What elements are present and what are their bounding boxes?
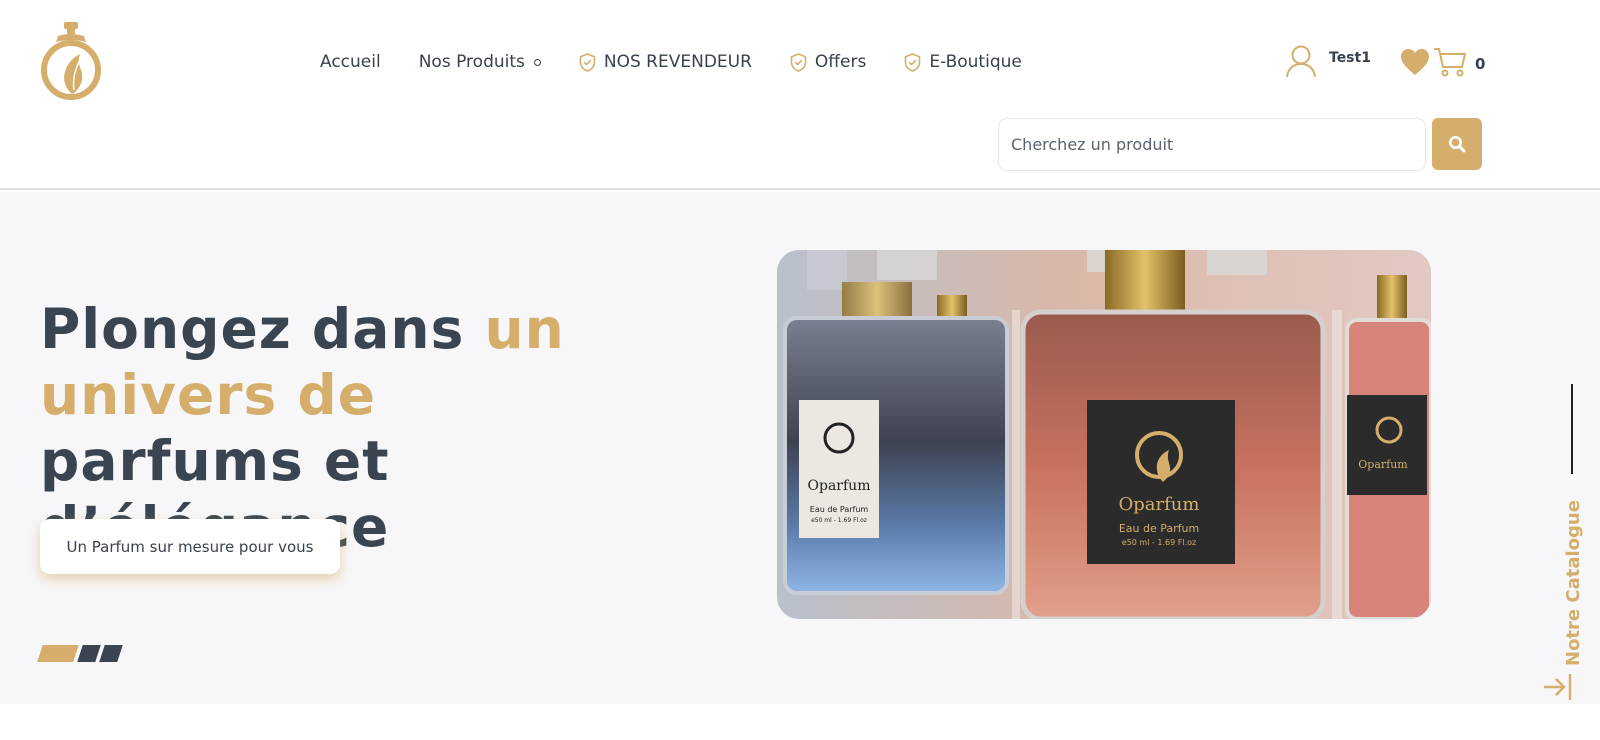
user-icon [1286,45,1316,78]
search-input[interactable] [998,118,1426,171]
user-name: Test1 [1329,50,1371,66]
shield-check-icon [905,52,921,72]
user-account[interactable]: Test1 [1285,44,1371,78]
search-icon [1449,136,1466,153]
nav-item-accueil[interactable]: Accueil [320,52,381,72]
site-header: Accueil Nos Produits NOS REVENDEUR Offer… [0,0,1600,190]
nav-label: Accueil [320,52,381,72]
left-bottle-brand: Oparfum [808,478,871,494]
nav-label: NOS REVENDEUR [603,52,752,72]
left-bottle-label-line2: e50 ml - 1.69 Fl.oz [811,517,867,524]
hero-perfume-image: Oparfum Eau de Parfum e50 ml - 1.69 Fl.o… [777,250,1431,619]
mid-bottle-brand: Oparfum [1119,494,1200,515]
nav-label: E-Boutique [929,52,1022,72]
mid-bottle-label-line2: e50 ml - 1.69 Fl.oz [1122,538,1196,547]
slider-dot[interactable] [99,645,123,662]
mid-bottle-label-line1: Eau de Parfum [1119,522,1199,535]
nav-item-e-boutique[interactable]: E-Boutique [904,52,1022,72]
slider-dot[interactable] [77,645,101,662]
cart-count-badge: 0 [1475,55,1486,73]
right-bottle-brand: Oparfum [1358,458,1408,471]
dot-indicator-icon [533,58,541,66]
nav-item-offers[interactable]: Offers [790,52,866,72]
main-nav: Accueil Nos Produits NOS REVENDEUR Offer… [320,48,1060,76]
slider-dot-active[interactable] [37,645,79,662]
shield-check-icon [790,52,807,72]
nav-label: Offers [814,52,867,72]
left-bottle-label-line1: Eau de Parfum [810,505,869,514]
side-tab-divider [1571,384,1573,474]
nav-item-nos-produits[interactable]: Nos Produits [419,52,541,72]
side-catalogue-tab[interactable]: Notre Catalogue [1563,500,1584,666]
heart-icon[interactable] [1400,48,1430,76]
cart-icon[interactable] [1433,46,1467,78]
search-button[interactable] [1432,118,1482,170]
perfume-bottle-logo-icon[interactable] [36,20,106,102]
shield-check-icon [579,52,596,72]
hero-title-part1: Plongez dans [40,297,485,361]
slider-pagination [37,645,124,662]
custom-perfume-button[interactable]: Un Parfum sur mesure pour vous [40,519,340,574]
nav-item-nos-revendeur[interactable]: NOS REVENDEUR [579,52,752,72]
arrow-right-icon[interactable] [1542,672,1574,702]
nav-label: Nos Produits [418,52,525,72]
